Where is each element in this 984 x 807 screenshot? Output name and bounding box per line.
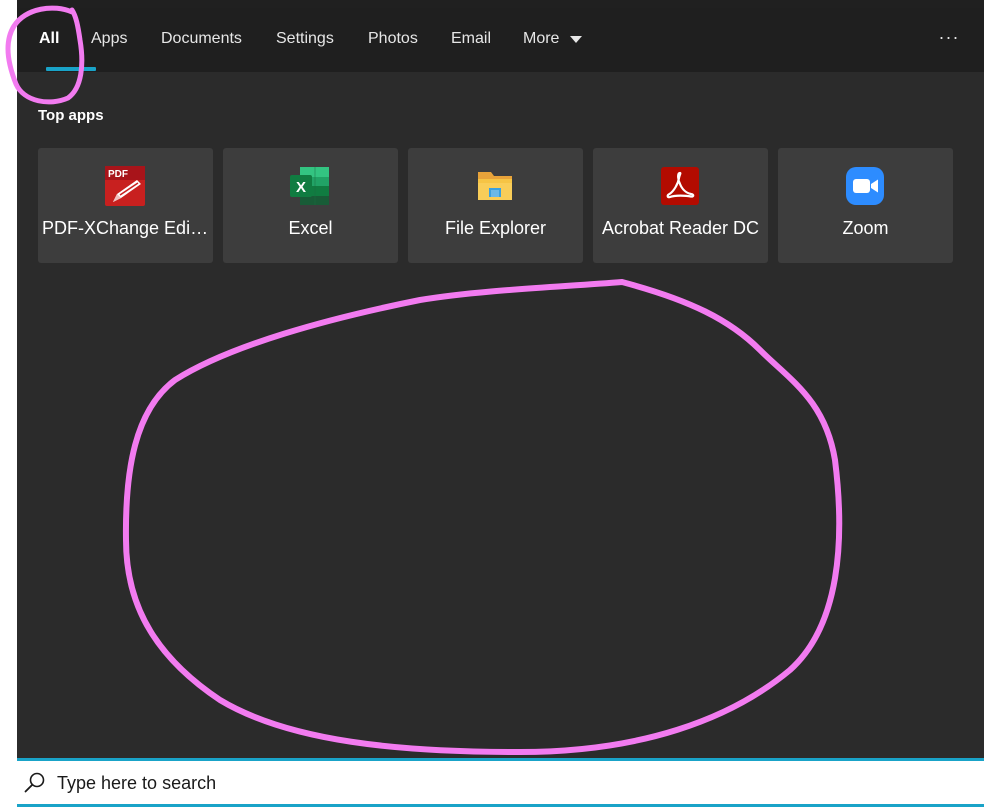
tab-more-label: More [523, 30, 560, 47]
app-tile-pdf-xchange[interactable]: PDF PDF-XChange Editor [38, 148, 213, 263]
file-explorer-icon [478, 172, 512, 200]
app-tile-acrobat-reader[interactable]: Acrobat Reader DC [593, 148, 768, 263]
app-tile-label: File Explorer [444, 218, 547, 238]
panel-top-edge [17, 0, 984, 8]
more-options-button[interactable]: ··· [935, 8, 963, 72]
tab-settings-label: Settings [276, 30, 334, 47]
app-tile-zoom[interactable]: Zoom [778, 148, 953, 263]
app-tile-label: Excel [288, 218, 333, 238]
top-apps-heading: Top apps [38, 107, 104, 124]
tab-email[interactable]: Email [451, 8, 491, 72]
tab-apps-label: Apps [91, 30, 128, 47]
search-panel: All Apps Documents Settings Photos Email… [17, 0, 984, 758]
excel-icon: X [290, 167, 329, 205]
tab-apps[interactable]: Apps [91, 8, 127, 72]
app-tile-file-explorer[interactable]: File Explorer [408, 148, 583, 263]
acrobat-reader-icon [661, 167, 699, 205]
app-tile-label: Acrobat Reader DC [601, 218, 760, 238]
tab-email-label: Email [451, 30, 492, 47]
svg-text:PDF: PDF [108, 169, 128, 180]
tab-all[interactable]: All [39, 8, 96, 72]
search-input[interactable] [57, 769, 957, 797]
tab-documents-label: Documents [161, 30, 242, 47]
tab-photos[interactable]: Photos [368, 8, 418, 72]
search-scope-tabs: All Apps Documents Settings Photos Email… [17, 8, 984, 72]
app-tile-excel[interactable]: X Excel [223, 148, 398, 263]
chevron-down-icon [570, 36, 582, 43]
tab-settings[interactable]: Settings [276, 8, 334, 72]
zoom-icon [846, 167, 884, 205]
active-tab-indicator [46, 67, 96, 71]
pdf-xchange-icon: PDF [105, 166, 145, 206]
svg-text:X: X [296, 179, 306, 196]
search-icon [24, 772, 45, 793]
tab-photos-label: Photos [368, 30, 418, 47]
taskbar-search-box[interactable] [17, 758, 984, 807]
tab-more[interactable]: More [523, 8, 593, 72]
app-tile-label: PDF-XChange Editor [42, 218, 209, 238]
tab-documents[interactable]: Documents [161, 8, 242, 72]
app-tile-label: Zoom [842, 218, 889, 238]
tab-all-label: All [39, 30, 60, 47]
